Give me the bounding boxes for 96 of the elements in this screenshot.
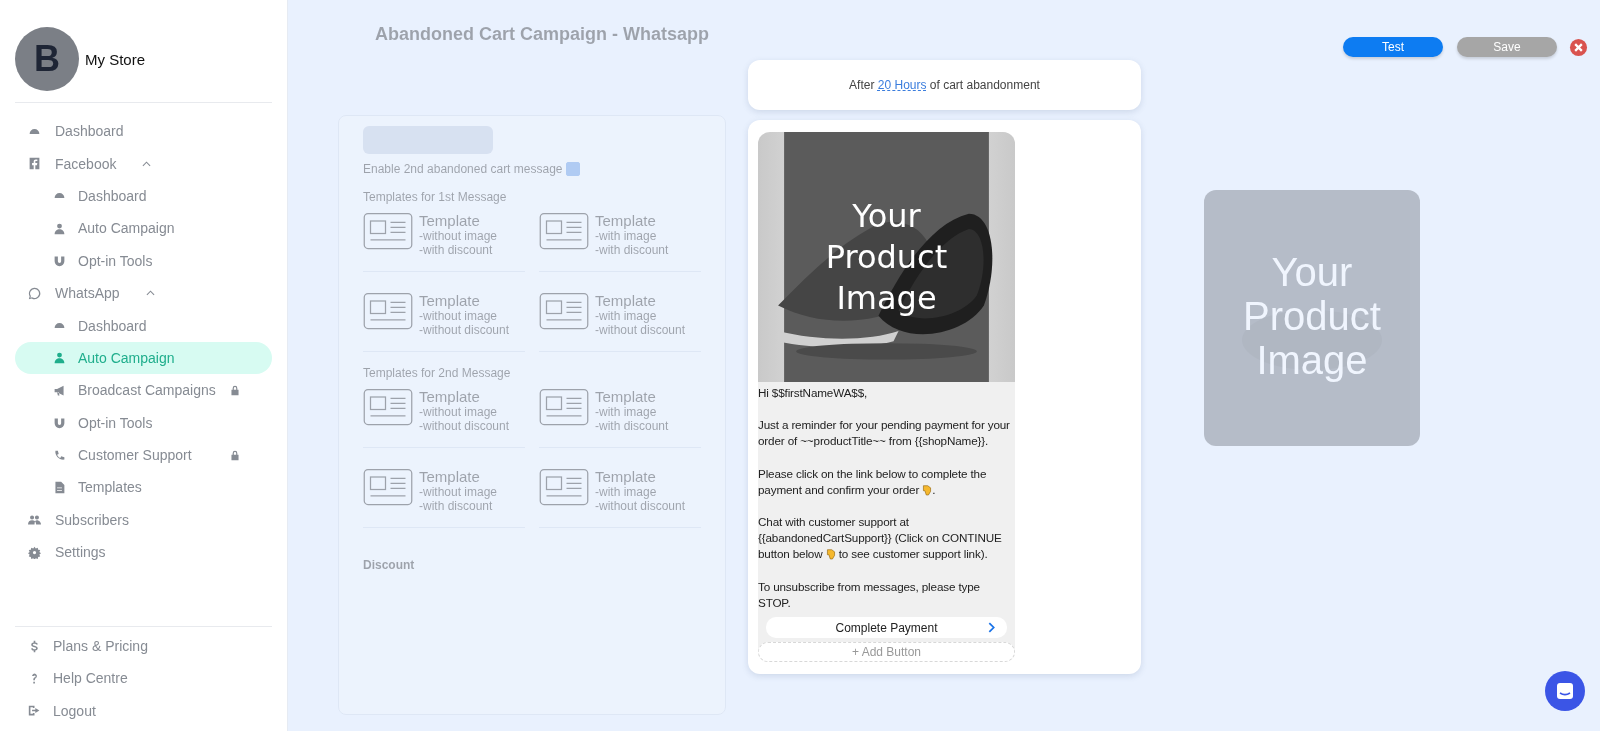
- template-icon: [363, 212, 413, 250]
- complete-payment-button[interactable]: Complete Payment: [766, 617, 1007, 639]
- add-button[interactable]: + Add Button: [758, 642, 1015, 663]
- template-option: -with image: [595, 485, 686, 499]
- message-text: Just a reminder for your pending payment for your order of ~~productTitle~~ from {{shopName}}.: [758, 417, 1011, 450]
- template-icon: [363, 388, 413, 426]
- nav-item[interactable]: Templates: [15, 471, 272, 504]
- whatsapp-icon: [28, 286, 41, 300]
- template-option: -without discount: [419, 419, 510, 433]
- template-title: Template: [419, 468, 481, 485]
- template-option: -with discount: [419, 499, 498, 513]
- template-option: -without discount: [595, 323, 686, 337]
- template-title: Template: [419, 292, 481, 309]
- nav-item[interactable]: Plans & Pricing: [15, 629, 272, 663]
- template-option: -with discount: [595, 243, 669, 257]
- nav-item[interactable]: Auto Campaign: [15, 212, 272, 245]
- template-icon: [539, 468, 589, 506]
- nav-item[interactable]: Dashboard: [15, 179, 272, 213]
- logout-icon: [28, 704, 41, 718]
- message-text: Hi $$firstNameWA$$,: [758, 385, 869, 401]
- timing-text: After 20 Hours of cart abandonment: [849, 78, 1040, 92]
- message-text: Chat with customer support at {{abandonedCartSupport}} (Click on CONTINUE button below to see customer support link).: [758, 514, 1003, 563]
- user-icon: [53, 221, 66, 235]
- template-card[interactable]: Template -with image -with discount: [539, 212, 701, 272]
- template-icon: [539, 212, 589, 250]
- template-card[interactable]: Template -with image -without discount: [539, 292, 701, 352]
- users-icon: [28, 513, 41, 527]
- template-option: -with image: [595, 229, 669, 243]
- save-button[interactable]: Save: [1457, 37, 1557, 57]
- template-option: -without discount: [419, 323, 510, 337]
- template-title: Template: [419, 388, 481, 405]
- message-text: To unsubscribe from messages, please type STOP.: [758, 578, 981, 611]
- template-title: Template: [595, 388, 657, 405]
- template-title: Template: [595, 292, 657, 309]
- file-icon: [53, 481, 66, 494]
- nav-item[interactable]: Help Centre: [15, 662, 272, 695]
- nav-item[interactable]: Broadcast Campaigns: [15, 374, 272, 407]
- template-card[interactable]: Template -with image -without discount: [539, 468, 701, 528]
- megaphone-icon: [53, 383, 66, 397]
- nav-item[interactable]: Logout: [15, 694, 272, 727]
- nav-item[interactable]: Dashboard: [15, 309, 272, 342]
- template-card[interactable]: Template -without image -with discount: [363, 212, 525, 272]
- dollar-icon: [28, 639, 41, 653]
- section-heading: Templates for 2nd Message: [363, 366, 512, 380]
- template-card[interactable]: Template -without image -without discount: [363, 388, 525, 448]
- template-option: -without discount: [595, 499, 686, 513]
- template-option: -without image: [419, 309, 510, 323]
- template-title: Template: [419, 212, 481, 229]
- chat-icon[interactable]: [1545, 671, 1585, 711]
- page-title: Abandoned Cart Campaign - Whatsapp: [375, 24, 710, 45]
- nav-item[interactable]: Opt-in Tools: [15, 406, 272, 439]
- enable-label: Enable 2nd abandoned cart message: [363, 162, 563, 176]
- user-icon: [53, 351, 66, 365]
- close-icon[interactable]: [1569, 37, 1588, 57]
- nav-item[interactable]: Subscribers: [15, 503, 272, 537]
- nav-item[interactable]: Customer Support: [15, 438, 272, 472]
- message-text: Please click on the link below to complete the payment and confirm your order .: [758, 465, 988, 498]
- gear-icon: [28, 545, 41, 559]
- test-button[interactable]: Test: [1343, 37, 1443, 57]
- template-card[interactable]: Template -without image -with discount: [363, 468, 525, 528]
- nav-item[interactable]: Opt-in Tools: [15, 244, 272, 277]
- chevron-right-icon: [988, 622, 995, 634]
- store-name: My Store: [85, 50, 145, 68]
- checkbox[interactable]: [566, 162, 581, 176]
- template-title: Template: [595, 468, 657, 485]
- template-option: -without image: [419, 405, 510, 419]
- store-avatar: B: [15, 27, 79, 91]
- template-title: Template: [595, 212, 657, 229]
- image-caption: Your Product Image: [824, 196, 949, 319]
- nav-item[interactable]: WhatsApp: [15, 276, 272, 310]
- facebook-icon: [28, 157, 41, 171]
- template-icon: [539, 292, 589, 330]
- template-option: -with discount: [419, 243, 498, 257]
- section-heading: Discount: [363, 558, 416, 572]
- phone-icon: [53, 448, 66, 462]
- pointing-hand-icon: [825, 548, 836, 561]
- template-option: -with discount: [595, 419, 669, 433]
- template-card[interactable]: Template -without image -without discount: [363, 292, 525, 352]
- magnet-icon: [53, 254, 66, 268]
- nav-item[interactable]: Auto Campaign: [15, 341, 272, 375]
- hours-link[interactable]: 20 Hours: [877, 78, 927, 92]
- pointing-hand-icon: [922, 483, 933, 496]
- section-heading: Templates for 1st Message: [363, 190, 508, 204]
- magnet-icon: [53, 416, 66, 430]
- template-icon: [363, 468, 413, 506]
- template-option: -without image: [419, 485, 498, 499]
- nav-item[interactable]: Settings: [15, 536, 272, 569]
- template-card[interactable]: Template -with image -with discount: [539, 388, 701, 448]
- nav-item[interactable]: Dashboard: [15, 115, 272, 148]
- template-icon: [363, 292, 413, 330]
- template-option: -without image: [419, 229, 498, 243]
- image-caption: Your Product Image: [1242, 250, 1382, 382]
- template-option: -with image: [595, 405, 669, 419]
- template-icon: [539, 388, 589, 426]
- template-option: -with image: [595, 309, 686, 323]
- nav-item[interactable]: Facebook: [15, 147, 272, 180]
